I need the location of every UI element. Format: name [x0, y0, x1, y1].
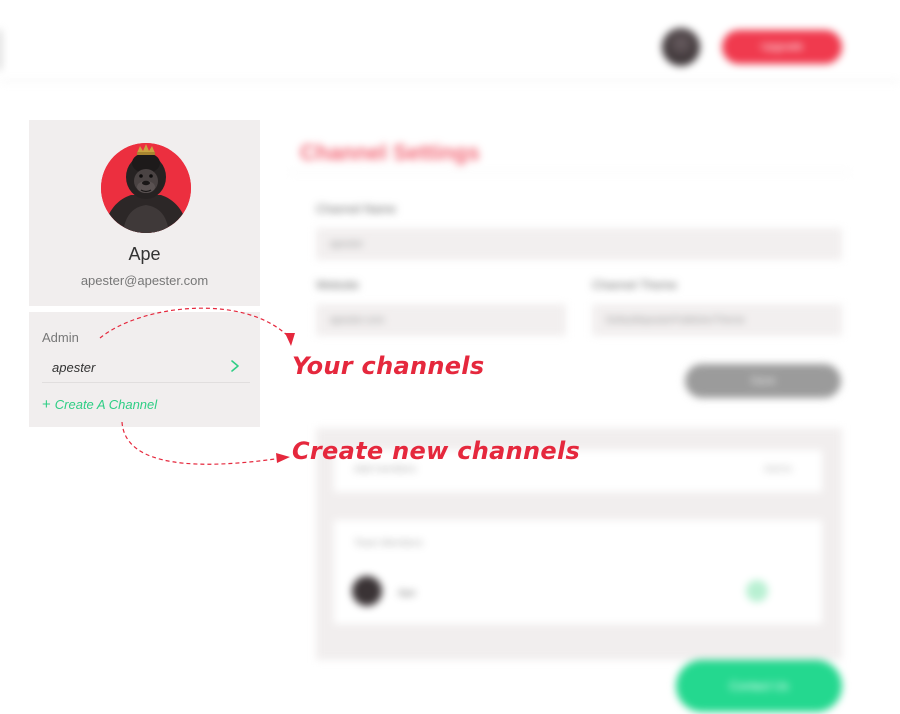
- member-name: Ape: [398, 588, 416, 599]
- channel-theme-label: Channel Theme: [592, 278, 678, 292]
- team-members-card: Team Members Ape: [334, 520, 822, 624]
- website-label: Website: [316, 278, 360, 292]
- logo-edge: [0, 30, 2, 70]
- plus-icon: +: [42, 396, 51, 413]
- profile-name: Ape: [128, 244, 161, 264]
- website-field[interactable]: apester.com: [316, 304, 566, 336]
- channel-name-label: Channel Name: [316, 202, 397, 216]
- team-members-label: Team Members: [354, 538, 423, 549]
- channels-role-heading: Admin: [42, 330, 79, 345]
- channel-item-name[interactable]: apester: [52, 360, 95, 375]
- add-members-input[interactable]: Add members: [354, 464, 416, 475]
- arrowhead-create-channels: [276, 453, 290, 463]
- profile-email: apester@apester.com: [80, 273, 209, 288]
- chevron-right-icon[interactable]: [228, 356, 242, 376]
- settings-title: Channel Settings: [300, 140, 480, 165]
- user-avatar[interactable]: [662, 28, 700, 66]
- channel-name-field[interactable]: apester: [316, 228, 842, 260]
- create-channel-label[interactable]: Create A Channel: [55, 397, 157, 412]
- channel-theme-select[interactable]: DefaultApesterPublisherTheme: [592, 304, 842, 336]
- annotation-your-channels: Your channels: [292, 352, 485, 380]
- profile-avatar: [101, 143, 191, 233]
- upgrade-button[interactable]: Upgrade: [722, 30, 842, 64]
- annotation-create-new-channels: Create new channels: [292, 437, 581, 465]
- create-channel-link[interactable]: + Create A Channel: [42, 396, 157, 413]
- member-role-select[interactable]: Admin: [764, 464, 792, 475]
- member-avatar: [352, 576, 382, 606]
- channel-settings-panel: Channel Settings Channel Name apester We…: [290, 120, 860, 714]
- header-divider: [0, 80, 900, 82]
- member-toggle[interactable]: [746, 580, 768, 602]
- arrow-create-channels: [121, 421, 283, 465]
- title-divider: [290, 172, 850, 173]
- contact-us-button[interactable]: Contact Us: [676, 660, 842, 712]
- gorilla-avatar-image: [101, 143, 191, 233]
- save-button[interactable]: Save: [685, 364, 841, 398]
- top-bar: Upgrade: [0, 0, 900, 82]
